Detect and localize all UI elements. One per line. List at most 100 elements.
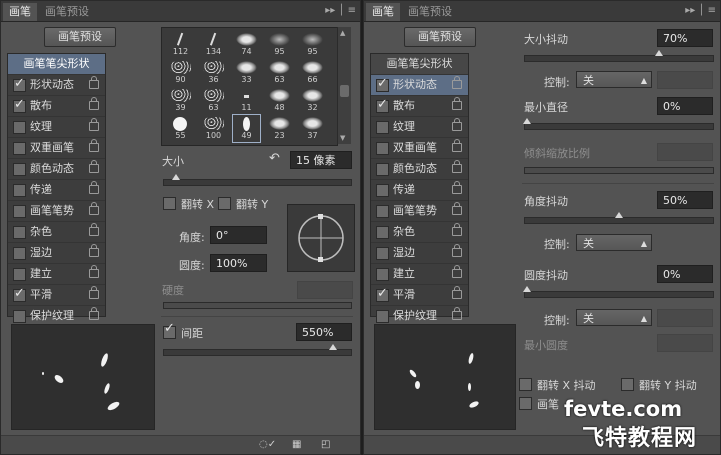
setting-checkbox[interactable] bbox=[13, 163, 26, 176]
size-slider[interactable] bbox=[163, 174, 352, 186]
brush-projection-checkbox[interactable] bbox=[519, 397, 532, 410]
setting-item[interactable]: 画笔笔势 bbox=[8, 200, 105, 221]
setting-checkbox[interactable] bbox=[13, 268, 26, 281]
brush-tip-thumbnail[interactable]: 95 bbox=[266, 31, 293, 58]
lock-icon[interactable] bbox=[89, 76, 99, 89]
size-jitter-field[interactable]: 70% bbox=[657, 29, 713, 47]
lock-icon[interactable] bbox=[452, 244, 462, 257]
brush-tip-thumbnail[interactable]: 33 bbox=[233, 59, 260, 86]
brush-tip-thumbnail[interactable]: 11 bbox=[233, 87, 260, 114]
brush-tip-shape-item[interactable]: 画笔笔尖形状 bbox=[371, 54, 468, 74]
slider-knob[interactable] bbox=[655, 50, 663, 56]
flip-y-jitter-checkbox[interactable] bbox=[621, 378, 634, 391]
lock-icon[interactable] bbox=[89, 139, 99, 152]
brush-tip-thumbnail[interactable]: 63 bbox=[266, 59, 293, 86]
lock-icon[interactable] bbox=[89, 160, 99, 173]
slider-knob[interactable] bbox=[523, 118, 531, 124]
spacing-field[interactable]: 550% bbox=[296, 323, 352, 341]
setting-checkbox[interactable]: ✓ bbox=[376, 76, 389, 92]
min-diameter-field[interactable]: 0% bbox=[657, 97, 713, 115]
lock-icon[interactable] bbox=[452, 223, 462, 236]
setting-checkbox[interactable] bbox=[13, 142, 26, 155]
setting-item[interactable]: 颜色动态 bbox=[371, 158, 468, 179]
new-brush-icon[interactable]: ◰ bbox=[321, 439, 330, 450]
brush-tip-thumbnail[interactable]: 48 bbox=[266, 87, 293, 114]
setting-item[interactable]: ✓ 形状动态 bbox=[8, 74, 105, 95]
setting-checkbox[interactable] bbox=[13, 226, 26, 239]
setting-item[interactable]: 保护纹理 bbox=[8, 305, 105, 326]
tab-brush-presets[interactable]: 画笔预设 bbox=[402, 3, 458, 21]
lock-icon[interactable] bbox=[452, 139, 462, 152]
setting-item[interactable]: 纹理 bbox=[371, 116, 468, 137]
scroll-up-icon[interactable]: ▲ bbox=[340, 29, 345, 37]
lock-icon[interactable] bbox=[452, 202, 462, 215]
size-jitter-slider[interactable] bbox=[524, 50, 714, 62]
setting-checkbox[interactable]: ✓ bbox=[376, 97, 389, 113]
panel-menu-icon[interactable]: ▸▸ │ ≡ bbox=[685, 5, 716, 16]
lock-icon[interactable] bbox=[452, 118, 462, 131]
setting-checkbox[interactable] bbox=[376, 121, 389, 134]
flip-x-jitter-checkbox[interactable] bbox=[519, 378, 532, 391]
setting-checkbox[interactable] bbox=[13, 121, 26, 134]
setting-checkbox[interactable] bbox=[376, 226, 389, 239]
spacing-slider[interactable] bbox=[163, 344, 352, 356]
slider-knob[interactable] bbox=[329, 344, 337, 350]
roundness-control-select[interactable]: 关 ▲ bbox=[576, 309, 652, 326]
angle-control-select[interactable]: 关 ▲ bbox=[576, 234, 652, 251]
lock-icon[interactable] bbox=[89, 118, 99, 131]
brush-tip-thumbnail[interactable]: 49 bbox=[232, 114, 261, 143]
setting-checkbox[interactable] bbox=[13, 184, 26, 197]
scroll-thumb[interactable] bbox=[340, 85, 349, 97]
lock-icon[interactable] bbox=[452, 160, 462, 173]
setting-checkbox[interactable] bbox=[376, 247, 389, 260]
brush-tip-thumbnail[interactable]: 100 bbox=[200, 115, 227, 142]
lock-icon[interactable] bbox=[89, 286, 99, 299]
setting-checkbox[interactable] bbox=[13, 247, 26, 260]
brush-tip-thumbnail[interactable]: 66 bbox=[299, 59, 326, 86]
lock-icon[interactable] bbox=[89, 244, 99, 257]
angle-jitter-slider[interactable] bbox=[524, 212, 714, 224]
setting-item[interactable]: ✓ 散布 bbox=[8, 95, 105, 116]
brush-tip-thumbnail[interactable]: 90 bbox=[167, 59, 194, 86]
toggle-brush-preview-icon[interactable]: ◌✓ bbox=[259, 439, 276, 450]
tip-grid-scrollbar[interactable]: ▲ ▼ bbox=[337, 27, 351, 144]
setting-checkbox[interactable] bbox=[376, 184, 389, 197]
brush-tip-thumbnail[interactable]: 39 bbox=[167, 87, 194, 114]
setting-item[interactable]: ✓ 平滑 bbox=[371, 284, 468, 305]
setting-item[interactable]: 传递 bbox=[371, 179, 468, 200]
brush-tip-thumbnail[interactable]: 32 bbox=[299, 87, 326, 114]
setting-item[interactable]: 湿边 bbox=[371, 242, 468, 263]
setting-item[interactable]: 湿边 bbox=[8, 242, 105, 263]
setting-item[interactable]: 画笔笔势 bbox=[371, 200, 468, 221]
panel-menu-icon[interactable]: ▸▸ │ ≡ bbox=[325, 5, 356, 16]
brush-tip-thumbnail[interactable]: 23 bbox=[266, 115, 293, 142]
setting-checkbox[interactable] bbox=[13, 310, 26, 323]
lock-icon[interactable] bbox=[89, 202, 99, 215]
setting-checkbox[interactable]: ✓ bbox=[13, 97, 26, 113]
setting-item[interactable]: 建立 bbox=[371, 263, 468, 284]
roundness-jitter-slider[interactable] bbox=[523, 286, 714, 298]
setting-item[interactable]: 保护纹理 bbox=[371, 305, 468, 326]
brush-tip-thumbnail[interactable]: 37 bbox=[299, 115, 326, 142]
brush-tip-thumbnail[interactable]: 95 bbox=[299, 31, 326, 58]
lock-icon[interactable] bbox=[89, 307, 99, 320]
setting-item[interactable]: 传递 bbox=[8, 179, 105, 200]
brush-tip-thumbnail[interactable]: 63 bbox=[200, 87, 227, 114]
setting-item[interactable]: 双重画笔 bbox=[8, 137, 105, 158]
slider-knob[interactable] bbox=[615, 212, 623, 218]
setting-item[interactable]: ✓ 散布 bbox=[371, 95, 468, 116]
lock-icon[interactable] bbox=[89, 97, 99, 110]
brush-tip-thumbnail[interactable]: 36 bbox=[200, 59, 227, 86]
lock-icon[interactable] bbox=[89, 265, 99, 278]
roundness-field[interactable]: 100% bbox=[210, 254, 267, 272]
setting-item[interactable]: ✓ 形状动态 bbox=[371, 74, 468, 95]
brush-presets-button[interactable]: 画笔预设 bbox=[44, 27, 116, 47]
brush-tip-thumbnail[interactable]: 112 bbox=[167, 31, 194, 58]
setting-item[interactable]: 双重画笔 bbox=[371, 137, 468, 158]
lock-icon[interactable] bbox=[89, 223, 99, 236]
tab-brush[interactable]: 画笔 bbox=[3, 3, 37, 21]
lock-icon[interactable] bbox=[452, 97, 462, 110]
setting-item[interactable]: 建立 bbox=[8, 263, 105, 284]
setting-checkbox[interactable]: ✓ bbox=[13, 286, 26, 302]
setting-checkbox[interactable]: ✓ bbox=[376, 286, 389, 302]
